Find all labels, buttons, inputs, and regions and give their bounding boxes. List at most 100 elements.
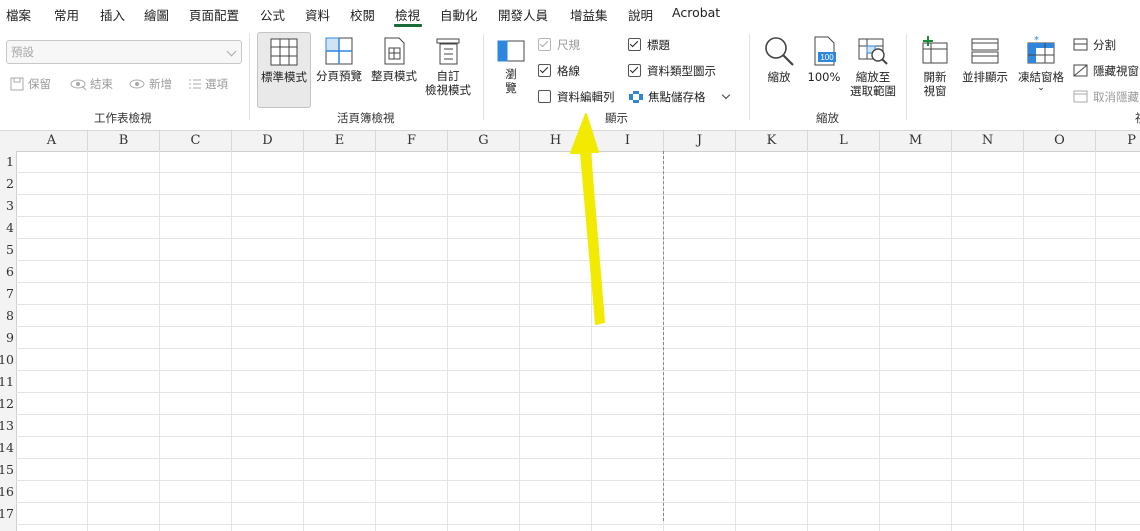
tab-file[interactable]: 檔案 <box>6 5 31 24</box>
row-header[interactable]: 1 <box>6 151 14 173</box>
chevron-down-icon[interactable] <box>721 90 731 100</box>
column-header-c[interactable]: C <box>160 131 232 151</box>
page-break-preview-button[interactable]: 分頁預覽 <box>312 32 366 106</box>
tab-insert[interactable]: 插入 <box>100 5 125 24</box>
row-header[interactable]: 17 <box>0 503 14 525</box>
column-header-m[interactable]: M <box>880 131 952 151</box>
normal-view-button[interactable]: 標準模式 <box>257 32 311 108</box>
arrange-all-button[interactable]: 並排顯示 <box>958 32 1012 106</box>
zoom-100-icon-text: 100 <box>820 53 834 62</box>
custom-views-button[interactable]: 自訂 檢視模式 <box>422 32 474 106</box>
new-window-icon <box>922 36 948 64</box>
svg-text:*: * <box>1034 35 1039 46</box>
tab-home[interactable]: 常用 <box>54 5 79 24</box>
focus-cell-button[interactable]: 焦點儲存格 <box>628 89 731 105</box>
column-header-n[interactable]: N <box>952 131 1024 151</box>
workbook-views-group-label: 活頁簿檢視 <box>337 111 395 125</box>
column-header-o[interactable]: O <box>1024 131 1096 151</box>
window-group-label: 視 <box>1135 110 1140 126</box>
row-header[interactable]: 10 <box>0 349 14 371</box>
unhide-window-button[interactable]: 取消隱藏 <box>1073 89 1139 105</box>
zoom-selection-label-1: 縮放至 <box>855 70 891 84</box>
column-header-p[interactable]: P <box>1096 131 1140 151</box>
zoom-selection-label-2: 選取範圍 <box>850 84 896 98</box>
navigation-label-2: 覽 <box>505 81 517 95</box>
sheet-view-dropdown[interactable]: 預設 <box>6 40 242 64</box>
data-type-icons-checkbox[interactable]: 資料類型圖示 <box>628 63 716 79</box>
column-header-l[interactable]: L <box>808 131 880 151</box>
keep-button[interactable]: 保留 <box>10 76 51 92</box>
freeze-panes-button[interactable]: * 凍結窗格 ⌄ <box>1014 32 1068 106</box>
tab-addins[interactable]: 增益集 <box>570 5 608 24</box>
row-header[interactable]: 11 <box>0 371 14 393</box>
new-window-button[interactable]: 開新 視窗 <box>914 32 956 106</box>
tab-draw[interactable]: 繪圖 <box>144 5 169 24</box>
zoom-group-label: 縮放 <box>816 111 839 125</box>
zoom-100-button[interactable]: 100 100% <box>803 32 845 106</box>
zoom-selection-icon <box>858 38 888 65</box>
row-header[interactable]: 4 <box>6 217 14 239</box>
column-header-d[interactable]: D <box>232 131 304 151</box>
exit-button[interactable]: 結束 <box>70 76 113 92</box>
options-button[interactable]: 選項 <box>188 76 228 92</box>
hide-window-label: 隱藏視窗 <box>1093 64 1139 78</box>
row-header[interactable]: 14 <box>0 437 14 459</box>
page-layout-button[interactable]: 整頁模式 <box>368 32 420 106</box>
gridlines-checkbox[interactable]: 格線 <box>538 63 580 79</box>
exit-label: 結束 <box>90 77 113 91</box>
gridlines-label: 格線 <box>557 64 580 78</box>
row-header[interactable]: 8 <box>6 305 14 327</box>
formula-bar-checkbox[interactable]: 資料編輯列 <box>538 89 615 105</box>
hide-window-button[interactable]: 隱藏視窗 <box>1073 63 1139 79</box>
split-button[interactable]: 分割 <box>1073 37 1116 53</box>
navigation-pane-icon <box>497 40 525 62</box>
new-button[interactable]: 新增 <box>129 76 172 92</box>
row-header[interactable]: 12 <box>0 393 14 415</box>
row-header[interactable]: 16 <box>0 481 14 503</box>
row-headers: 1 2 3 4 5 6 7 8 9 10 11 12 13 14 15 16 1… <box>0 151 17 531</box>
normal-view-label: 標準模式 <box>261 70 307 84</box>
row-header[interactable]: 3 <box>6 195 14 217</box>
zoom-button[interactable]: 縮放 <box>759 32 799 106</box>
row-header[interactable]: 6 <box>6 261 14 283</box>
column-header-j[interactable]: J <box>664 131 736 151</box>
column-header-k[interactable]: K <box>736 131 808 151</box>
row-header[interactable]: 2 <box>6 173 14 195</box>
column-header-e[interactable]: E <box>304 131 376 151</box>
eye-close-icon <box>70 79 87 91</box>
row-header[interactable]: 13 <box>0 415 14 437</box>
headings-checkbox[interactable]: 標題 <box>628 37 670 53</box>
column-header-h[interactable]: H <box>520 131 592 151</box>
column-header-b[interactable]: B <box>88 131 160 151</box>
cell-grid[interactable] <box>16 151 1140 531</box>
page-break-icon <box>325 37 353 65</box>
tab-developer[interactable]: 開發人員 <box>498 5 548 24</box>
menu-bar: 檔案 常用 插入 繪圖 頁面配置 公式 資料 校閱 檢視 自動化 開發人員 增益… <box>0 0 1140 28</box>
formula-bar-label: 資料編輯列 <box>557 90 615 104</box>
row-header[interactable]: 9 <box>6 327 14 349</box>
new-window-label-2: 視窗 <box>923 84 947 98</box>
unhide-window-icon <box>1073 90 1088 103</box>
tab-help[interactable]: 說明 <box>628 5 653 24</box>
tab-page-layout[interactable]: 頁面配置 <box>189 5 239 24</box>
tab-data[interactable]: 資料 <box>305 5 330 24</box>
column-header-a[interactable]: A <box>16 131 88 151</box>
column-header-g[interactable]: G <box>448 131 520 151</box>
ruler-checkbox[interactable]: 尺規 <box>538 37 580 53</box>
new-label: 新增 <box>149 77 172 91</box>
column-header-i[interactable]: I <box>592 131 664 151</box>
navigation-button[interactable]: 瀏 覽 <box>494 32 528 106</box>
custom-views-label-2: 檢視模式 <box>425 83 471 97</box>
row-header[interactable]: 7 <box>6 283 14 305</box>
tab-automate[interactable]: 自動化 <box>440 5 478 24</box>
tab-review[interactable]: 校閱 <box>350 5 375 24</box>
tab-acrobat[interactable]: Acrobat <box>672 5 720 20</box>
tab-formulas[interactable]: 公式 <box>260 5 285 24</box>
column-header-f[interactable]: F <box>376 131 448 151</box>
zoom-to-selection-button[interactable]: 縮放至 選取範圍 <box>848 32 898 106</box>
row-header[interactable]: 15 <box>0 459 14 481</box>
row-header[interactable]: 5 <box>6 239 14 261</box>
focus-cell-icon <box>629 91 643 103</box>
tab-view[interactable]: 檢視 <box>395 5 420 24</box>
separator <box>906 34 907 120</box>
